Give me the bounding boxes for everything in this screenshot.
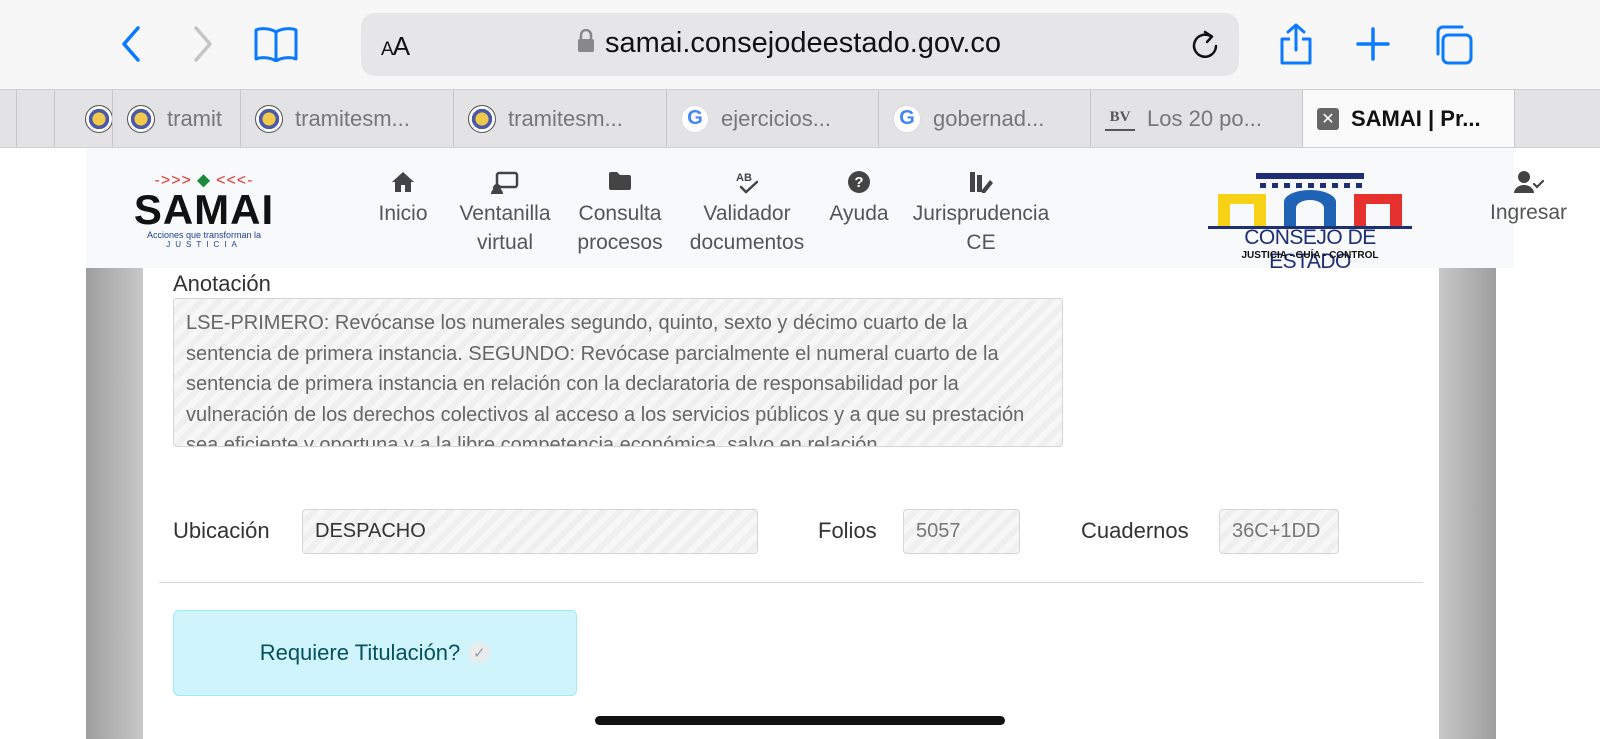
user-check-icon: [1490, 170, 1567, 194]
back-icon[interactable]: [118, 24, 144, 64]
forward-icon[interactable]: [190, 24, 216, 64]
bv-icon: BV: [1105, 107, 1135, 131]
nav-ingresar[interactable]: Ingresar: [1490, 170, 1567, 225]
reload-icon[interactable]: [1191, 29, 1221, 66]
tab-8-active[interactable]: ✕ SAMAI | Pr...: [1302, 90, 1514, 147]
url-text: samai.consejodeestado.gov.co: [605, 27, 1002, 59]
requiere-titulacion-label: Requiere Titulación?: [259, 640, 461, 665]
anotacion-textarea[interactable]: LSE-PRIMERO: Revócanse los numerales seg…: [173, 298, 1063, 447]
google-icon: G: [681, 104, 709, 133]
nav-ayuda[interactable]: ? Ayuda: [828, 170, 890, 228]
ubicacion-label: Ubicación: [173, 518, 270, 543]
anotacion-label: Anotación: [173, 271, 271, 296]
tab-strip-spacer: [1514, 90, 1600, 147]
folder-icon: [575, 170, 665, 196]
share-icon[interactable]: [1278, 22, 1314, 66]
section-divider: [159, 582, 1423, 583]
cuadernos-label: Cuadernos: [1081, 518, 1189, 543]
new-tab-icon[interactable]: [1356, 27, 1390, 61]
bookmarks-icon[interactable]: [253, 26, 299, 62]
consejo-building-icon: [1208, 173, 1412, 229]
svg-text:AB: AB: [736, 172, 752, 184]
site-header: ->>> ◆ <<<- SAMAI Acciones que transform…: [86, 148, 1567, 273]
remote-desktop-icon: [458, 170, 552, 196]
home-icon: [376, 170, 430, 196]
address-bar[interactable]: AA samai.consejodeestado.gov.co: [361, 13, 1239, 76]
svg-text:?: ?: [854, 174, 863, 191]
nav-inicio[interactable]: Inicio: [376, 170, 430, 228]
ubicacion-input[interactable]: DESPACHO: [302, 509, 758, 554]
coat-of-arms-icon: [127, 104, 155, 133]
consejo-de-estado-logo[interactable]: CONSEJO DE ESTADO JUSTICIA - GUÍA - CONT…: [1204, 170, 1416, 273]
text-size-button[interactable]: AA: [381, 31, 410, 62]
tab-0[interactable]: [16, 90, 54, 147]
tab-1[interactable]: [54, 90, 112, 147]
nav-validador-documentos[interactable]: AB Validador documentos: [686, 170, 808, 257]
tab-3[interactable]: tramitesm...: [240, 90, 453, 147]
help-icon: ?: [828, 170, 890, 196]
nav-ventanilla-virtual[interactable]: Ventanilla virtual: [458, 170, 552, 257]
nav-consulta-procesos[interactable]: Consulta procesos: [575, 170, 665, 257]
close-icon[interactable]: ✕: [1317, 107, 1339, 130]
tab-strip: tramit tramitesm... tramitesm... G ejerc…: [0, 89, 1600, 148]
home-indicator[interactable]: [595, 716, 1005, 725]
checkmark-icon[interactable]: ✓: [468, 642, 491, 664]
cuadernos-input[interactable]: 36C+1DD: [1219, 509, 1339, 554]
tab-6[interactable]: G gobernad...: [878, 90, 1090, 147]
url-display: samai.consejodeestado.gov.co: [577, 27, 1001, 60]
nav-jurisprudencia-ce[interactable]: Jurisprudencia CE: [910, 170, 1052, 257]
spellcheck-icon: AB: [686, 170, 808, 196]
samai-logo[interactable]: ->>> ◆ <<<- SAMAI Acciones que transform…: [104, 170, 304, 254]
folios-label: Folios: [818, 518, 877, 543]
requiere-titulacion-alert: Requiere Titulación? ✓: [173, 610, 577, 696]
tab-4[interactable]: tramitesm...: [453, 90, 666, 147]
tab-5[interactable]: G ejercicios...: [666, 90, 878, 147]
lock-icon: [577, 28, 595, 58]
folios-input[interactable]: 5057: [903, 509, 1020, 554]
browser-toolbar: AA samai.consejodeestado.gov.co: [0, 0, 1600, 89]
tabs-overview-icon[interactable]: [1432, 24, 1474, 66]
tab-7[interactable]: BV Los 20 po...: [1090, 90, 1302, 147]
coat-of-arms-icon: [468, 104, 496, 133]
coat-of-arms-icon: [85, 104, 112, 133]
coat-of-arms-icon: [255, 104, 283, 133]
google-icon: G: [893, 104, 921, 133]
books-edit-icon: [910, 170, 1052, 196]
tab-2[interactable]: tramit: [112, 90, 240, 147]
